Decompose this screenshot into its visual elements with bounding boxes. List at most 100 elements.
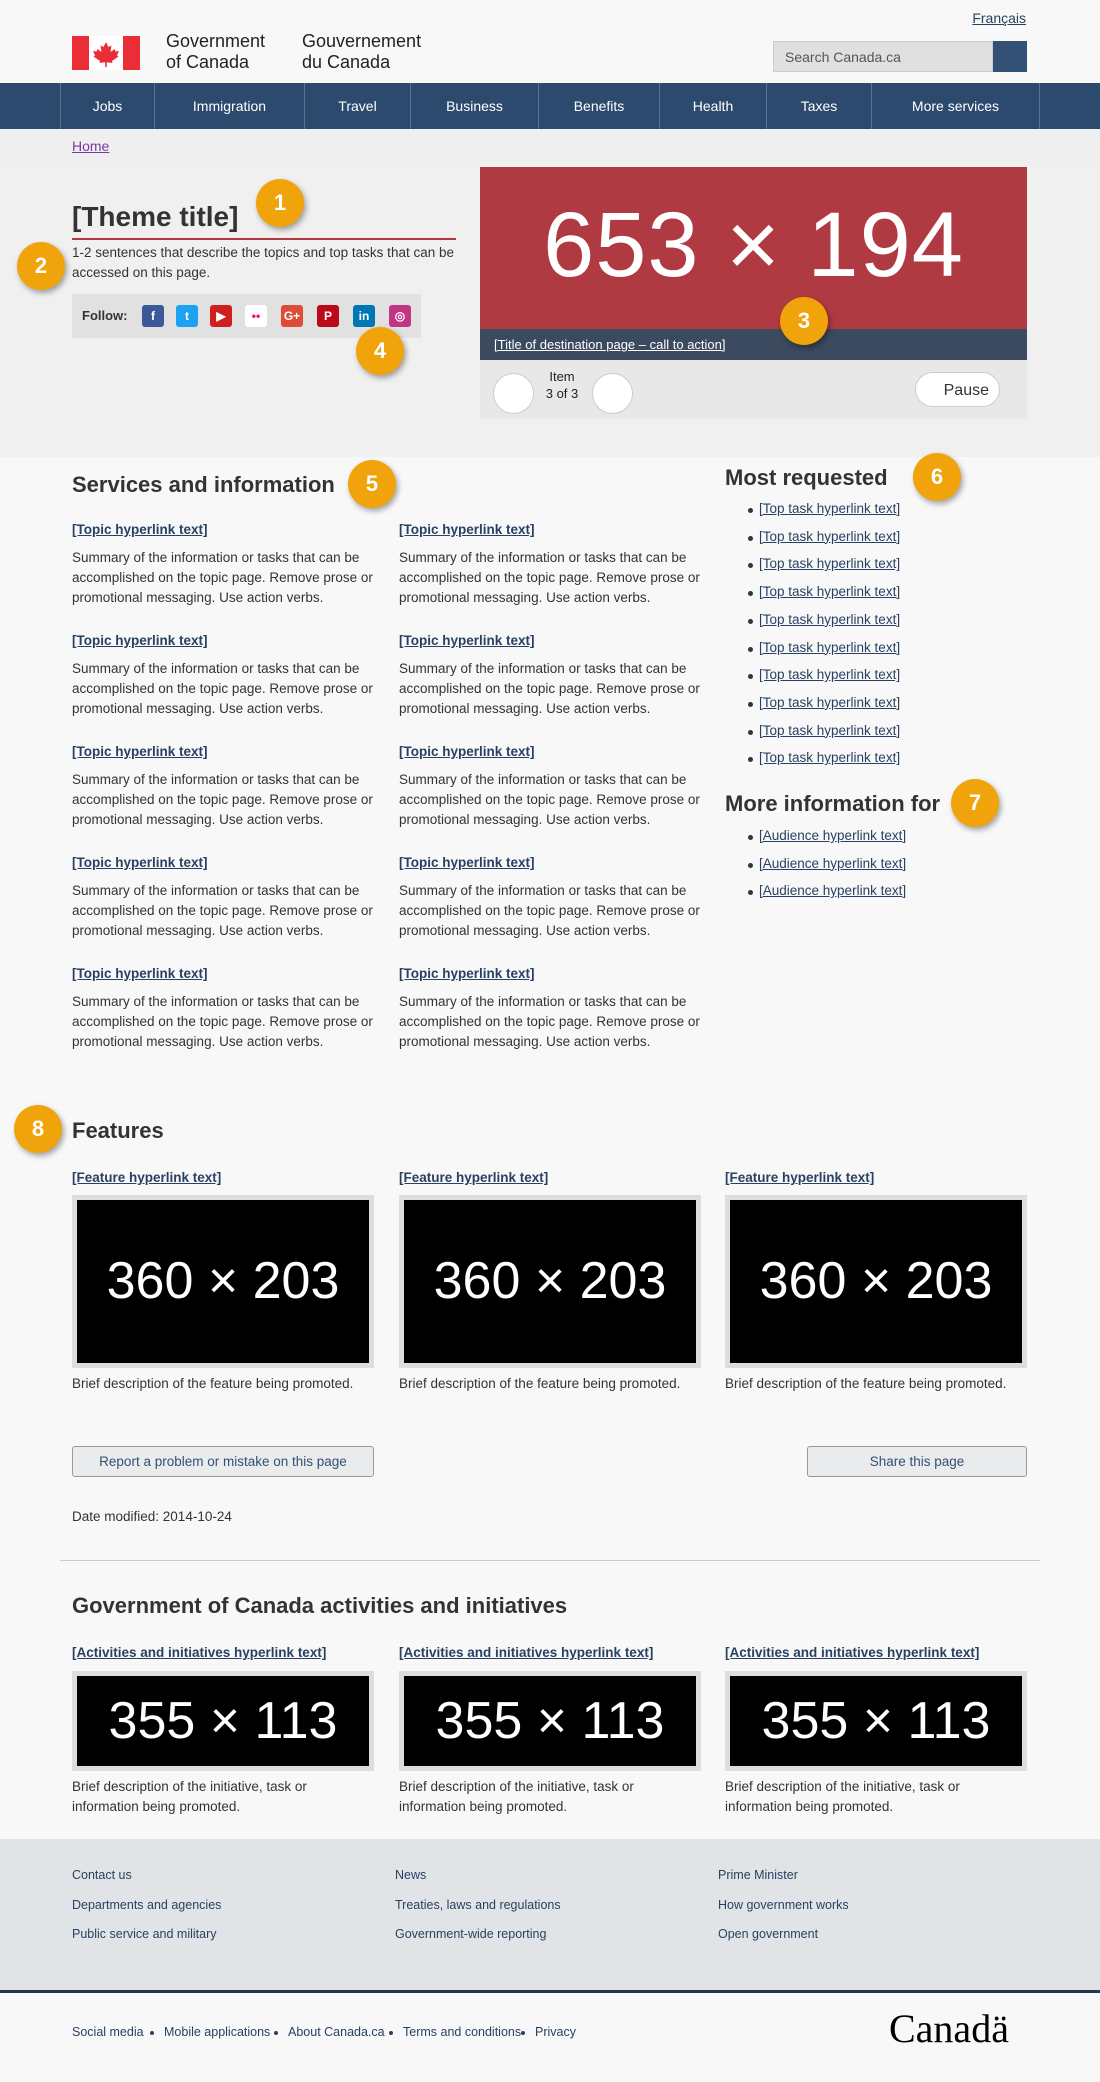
topic-link[interactable]: [Topic hyperlink text]	[72, 744, 208, 759]
topic-summary: Summary of the information or tasks that…	[399, 994, 700, 1049]
topic-link[interactable]: [Topic hyperlink text]	[72, 855, 208, 870]
feature-image[interactable]: 360 × 203	[72, 1195, 374, 1368]
bullet	[748, 508, 753, 513]
activity-image[interactable]: 355 × 113	[725, 1671, 1027, 1771]
linkedin-icon[interactable]: in	[353, 305, 375, 327]
title-underline	[72, 238, 456, 240]
breadcrumb-home-link[interactable]: Home	[72, 138, 109, 154]
footer-separator	[389, 2031, 393, 2035]
menu-item-taxes[interactable]: Taxes	[766, 83, 871, 129]
share-page-button[interactable]: Share this page	[807, 1446, 1027, 1477]
top-task-link[interactable]: [Top task hyperlink text]	[759, 640, 900, 655]
menu-item-immigration[interactable]: Immigration	[154, 83, 304, 129]
footer-bottom-link[interactable]: Social media	[72, 2025, 144, 2039]
activity-description-line: Brief description of the initiative, tas…	[725, 1779, 960, 1794]
topic-link[interactable]: [Topic hyperlink text]	[399, 744, 535, 759]
pinterest-icon[interactable]: P	[317, 305, 339, 327]
footer-link[interactable]: Contact us	[72, 1868, 132, 1882]
menu-item-health[interactable]: Health	[659, 83, 766, 129]
annotation-badge: 1	[256, 179, 304, 227]
search-icon	[1002, 49, 1014, 61]
topic-link[interactable]: [Topic hyperlink text]	[399, 633, 535, 648]
search-button[interactable]	[993, 41, 1027, 72]
audience-link[interactable]: [Audience hyperlink text]	[759, 828, 906, 843]
menu-item-jobs[interactable]: Jobs	[60, 83, 154, 129]
footer-link[interactable]: Public service and military	[72, 1927, 217, 1941]
government-wordmark-en: Government of Canada	[166, 31, 266, 72]
footer-bottom-link[interactable]: Privacy	[535, 2025, 576, 2039]
feature-link[interactable]: [Feature hyperlink text]	[72, 1170, 221, 1185]
google-plus-icon[interactable]: G+	[281, 305, 303, 327]
topic-summary: Summary of the information or tasks that…	[399, 661, 700, 716]
activity-description-line: information being promoted.	[72, 1799, 241, 1814]
footer-bottom-link[interactable]: About Canada.ca	[288, 2025, 385, 2039]
topic-link[interactable]: [Topic hyperlink text]	[399, 855, 535, 870]
main-menu: Jobs Immigration Travel Business Benefit…	[0, 83, 1100, 129]
topic-link[interactable]: [Topic hyperlink text]	[72, 522, 208, 537]
activity-image[interactable]: 355 × 113	[399, 1671, 701, 1771]
features-heading: Features	[72, 1118, 164, 1143]
annotation-badge: 3	[780, 297, 828, 345]
footer-link[interactable]: Prime Minister	[718, 1868, 798, 1882]
twitter-icon[interactable]: t	[176, 305, 198, 327]
footer-link[interactable]: Departments and agencies	[72, 1898, 221, 1912]
top-task-link[interactable]: [Top task hyperlink text]	[759, 501, 900, 516]
feature-image[interactable]: 360 × 203	[725, 1195, 1027, 1368]
youtube-icon[interactable]: ▶	[210, 305, 232, 327]
top-task-link[interactable]: [Top task hyperlink text]	[759, 750, 900, 765]
audience-link[interactable]: [Audience hyperlink text]	[759, 883, 906, 898]
activity-link[interactable]: [Activities and initiatives hyperlink te…	[725, 1645, 979, 1660]
activity-description-line: Brief description of the initiative, tas…	[399, 1779, 634, 1794]
footer-bottom-link[interactable]: Terms and conditions	[403, 2025, 521, 2039]
menu-item-travel[interactable]: Travel	[304, 83, 410, 129]
footer-link[interactable]: Treaties, laws and regulations	[395, 1898, 561, 1912]
menu-item-business[interactable]: Business	[410, 83, 538, 129]
footer-separator	[274, 2031, 278, 2035]
bullet	[748, 563, 753, 569]
top-task-link[interactable]: [Top task hyperlink text]	[759, 529, 900, 544]
activity-image[interactable]: 355 × 113	[72, 1671, 374, 1771]
activity-description: Brief description of the initiative, tas…	[725, 1777, 1030, 1817]
top-task-link[interactable]: [Top task hyperlink text]	[759, 667, 900, 682]
footer-bottom-link[interactable]: Mobile applications	[164, 2025, 270, 2039]
flickr-icon[interactable]: ••	[245, 305, 267, 327]
instagram-icon[interactable]: ◎	[389, 305, 411, 327]
top-task-link[interactable]: [Top task hyperlink text]	[759, 612, 900, 627]
page-title: [Theme title]	[72, 201, 239, 232]
search-input[interactable]: Search Canada.ca	[773, 41, 993, 72]
activity-link[interactable]: [Activities and initiatives hyperlink te…	[72, 1645, 326, 1660]
activity-link[interactable]: [Activities and initiatives hyperlink te…	[399, 1645, 653, 1660]
bullet	[748, 674, 753, 680]
feature-image[interactable]: 360 × 203	[399, 1195, 701, 1368]
carousel-next-button[interactable]	[592, 373, 633, 414]
top-task-link[interactable]: [Top task hyperlink text]	[759, 695, 900, 710]
top-task-link[interactable]: [Top task hyperlink text]	[759, 584, 900, 599]
topic-link[interactable]: [Topic hyperlink text]	[72, 966, 208, 981]
audience-link[interactable]: [Audience hyperlink text]	[759, 856, 906, 871]
report-problem-button[interactable]: Report a problem or mistake on this page	[72, 1446, 374, 1477]
section-divider	[60, 1560, 1040, 1561]
menu-item-more-services[interactable]: More services	[871, 83, 1040, 129]
carousel-cta-link[interactable]: [Title of destination page – call to act…	[494, 337, 726, 352]
footer-link[interactable]: Open government	[718, 1927, 818, 1941]
topic-link[interactable]: [Topic hyperlink text]	[72, 633, 208, 648]
topic-summary: Summary of the information or tasks that…	[72, 772, 373, 827]
bullet	[748, 835, 753, 840]
footer-link[interactable]: News	[395, 1868, 426, 1882]
topic-link[interactable]: [Topic hyperlink text]	[399, 522, 535, 537]
footer-link[interactable]: How government works	[718, 1898, 849, 1912]
menu-item-benefits[interactable]: Benefits	[538, 83, 659, 129]
feature-link[interactable]: [Feature hyperlink text]	[399, 1170, 548, 1185]
bullet	[748, 535, 753, 541]
bullet	[748, 757, 753, 763]
feature-link[interactable]: [Feature hyperlink text]	[725, 1170, 874, 1185]
carousel-prev-button[interactable]	[493, 373, 534, 414]
facebook-icon[interactable]: f	[142, 305, 164, 327]
carousel-pause-button[interactable]: Pause	[915, 372, 1000, 407]
footer-link[interactable]: Government-wide reporting	[395, 1927, 546, 1941]
topic-link[interactable]: [Topic hyperlink text]	[399, 966, 535, 981]
top-task-link[interactable]: [Top task hyperlink text]	[759, 723, 900, 738]
language-toggle-link[interactable]: Français	[972, 10, 1026, 26]
top-task-link[interactable]: [Top task hyperlink text]	[759, 556, 900, 571]
date-modified: Date modified: 2014-10-24	[72, 1509, 232, 1524]
